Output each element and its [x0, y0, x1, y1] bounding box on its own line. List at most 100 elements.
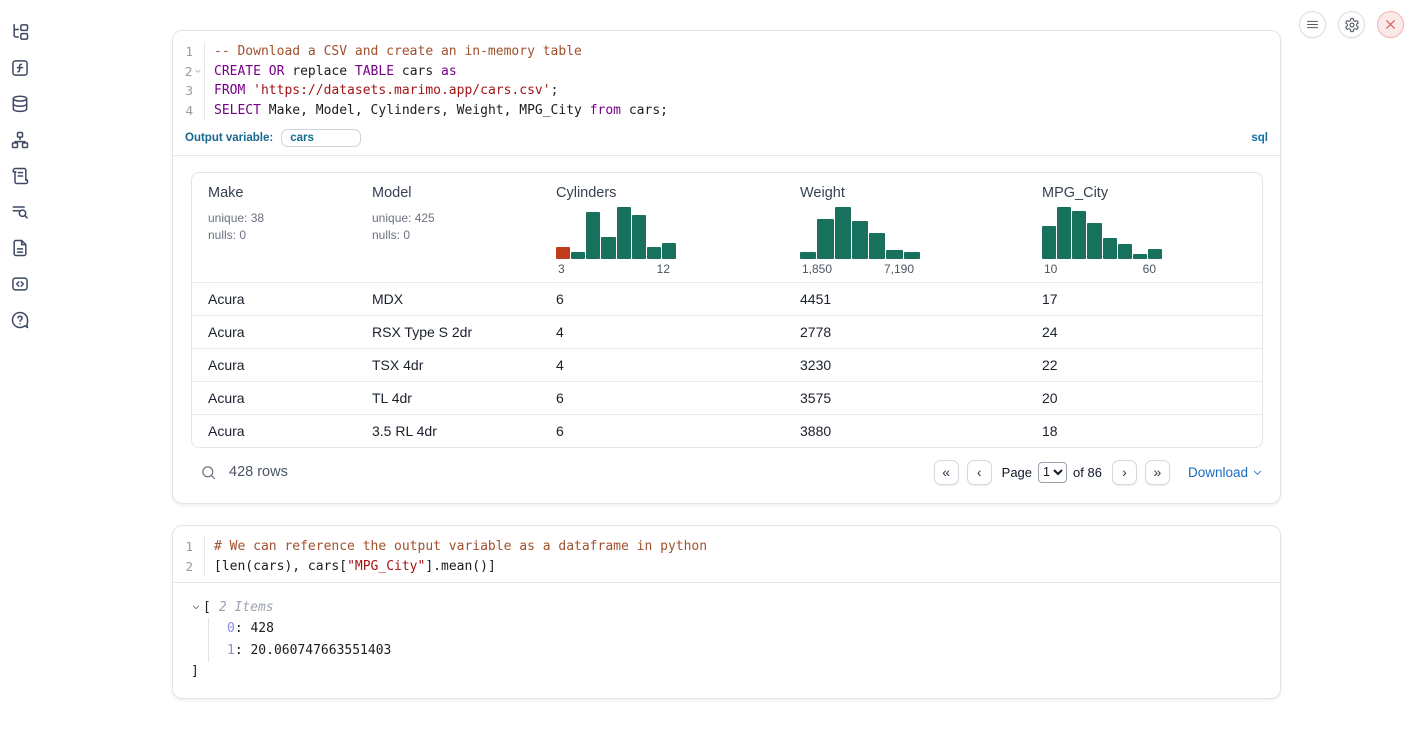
column-header-weight[interactable]: Weight 1,8507,190 — [792, 185, 1034, 276]
page-select[interactable]: 1 — [1038, 462, 1067, 483]
row-count: 428 rows — [229, 464, 288, 480]
notebook-cells: 1-- Download a CSV and create an in-memo… — [172, 30, 1281, 699]
datasources-icon[interactable] — [10, 94, 30, 114]
line-number: 2 — [173, 557, 193, 577]
sidebar — [10, 22, 34, 330]
table-cell: MDX — [364, 291, 548, 307]
line-number: 3 — [173, 81, 193, 101]
topbar-controls — [1299, 11, 1404, 38]
histogram-bar — [1072, 211, 1086, 259]
help-icon[interactable] — [10, 310, 30, 330]
tree-close-bracket: ] — [191, 662, 1280, 682]
snippets-icon[interactable] — [10, 274, 30, 294]
column-stats: unique: 38nulls: 0 — [208, 210, 364, 244]
table-cell: 3880 — [792, 423, 1034, 439]
table-cell: 20 — [1034, 390, 1262, 406]
histogram-min-label: 10 — [1044, 262, 1057, 276]
histogram-min-label: 1,850 — [802, 262, 832, 276]
output-variable-label: Output variable: — [185, 132, 273, 144]
histogram-max-label: 60 — [1143, 262, 1156, 276]
histogram-max-label: 12 — [657, 262, 670, 276]
prev-page-button[interactable]: ‹ — [967, 460, 992, 485]
table-header: Make unique: 38nulls: 0Modelunique: 425nu… — [192, 173, 1262, 282]
histogram-bar — [571, 252, 585, 259]
column-header-cylinders[interactable]: Cylinders 312 — [548, 185, 792, 276]
table-cell: RSX Type S 2dr — [364, 324, 548, 340]
chevron-down-icon — [1252, 467, 1263, 478]
column-histogram: 10 60 — [1042, 207, 1162, 276]
table-cell: Acura — [200, 291, 364, 307]
scratchpad-icon[interactable] — [10, 202, 30, 222]
column-title: Model — [372, 185, 548, 201]
histogram-bar — [817, 219, 833, 259]
histogram-bar — [904, 252, 920, 259]
sql-cell-meta: Output variable: sql — [173, 126, 1280, 155]
download-button[interactable]: Download — [1188, 465, 1263, 480]
first-page-button[interactable]: « — [934, 460, 959, 485]
column-title: MPG_City — [1042, 185, 1262, 201]
logs-icon[interactable] — [10, 166, 30, 186]
histogram-bar — [886, 250, 902, 259]
table-cell: 3230 — [792, 357, 1034, 373]
table-cell: 4451 — [792, 291, 1034, 307]
histogram-bar — [835, 207, 851, 259]
marimo-notebook-page: 1-- Download a CSV and create an in-memo… — [0, 0, 1408, 729]
histogram-bar — [1042, 226, 1056, 259]
dependency-graph-icon[interactable] — [10, 130, 30, 150]
table-cell: 4 — [548, 324, 792, 340]
search-icon[interactable] — [197, 461, 219, 483]
chevron-down-icon[interactable] — [191, 602, 203, 612]
python-code-editor[interactable]: 1# We can reference the output variable … — [173, 526, 1280, 582]
code-line: 2CREATE OR replace TABLE cars as — [173, 62, 1280, 82]
column-title: Cylinders — [556, 185, 792, 201]
table-row: Acura3.5 RL 4dr6388018 — [192, 414, 1262, 447]
pagination: « ‹ Page 1 of 86 › » Download — [934, 460, 1263, 485]
file-tree-icon[interactable] — [10, 22, 30, 42]
column-header-model[interactable]: Modelunique: 425nulls: 0 — [364, 185, 548, 276]
histogram-bar — [586, 212, 600, 259]
menu-icon[interactable] — [1299, 11, 1326, 38]
column-title: Weight — [800, 185, 1034, 201]
column-histogram: 1,8507,190 — [800, 207, 920, 276]
line-number: 2 — [173, 62, 192, 82]
code-line: 2[len(cars), cars["MPG_City"].mean()] — [173, 557, 1280, 577]
table-cell: TL 4dr — [364, 390, 548, 406]
column-header-mpg_city[interactable]: MPG_City 10 60 — [1034, 185, 1262, 276]
next-page-button[interactable]: › — [1112, 460, 1137, 485]
page-total: of 86 — [1073, 465, 1102, 480]
python-output: [ 2 Items 0: 4281: 20.060747663551403 ] — [173, 583, 1280, 698]
last-page-button[interactable]: » — [1145, 460, 1170, 485]
table-cell: 18 — [1034, 423, 1262, 439]
tree-root: [ 2 Items — [191, 596, 1280, 618]
output-variable-input[interactable] — [281, 129, 361, 147]
table-row: AcuraMDX6445117 — [192, 282, 1262, 315]
close-icon[interactable] — [1377, 11, 1404, 38]
code-line: 4SELECT Make, Model, Cylinders, Weight, … — [173, 101, 1280, 121]
histogram-bar — [1087, 223, 1101, 259]
histogram-bar — [617, 207, 631, 259]
table-body: AcuraMDX6445117AcuraRSX Type S 2dr427782… — [192, 282, 1262, 447]
table-footer: 428 rows « ‹ Page 1 of 86 › » Download — [191, 454, 1263, 492]
column-histogram: 312 — [556, 207, 676, 276]
sql-cell: 1-- Download a CSV and create an in-memo… — [172, 30, 1281, 504]
column-header-make[interactable]: Make unique: 38nulls: 0 — [200, 185, 364, 276]
histogram-bar — [800, 252, 816, 259]
sql-code-editor[interactable]: 1-- Download a CSV and create an in-memo… — [173, 31, 1280, 126]
code-line: 1-- Download a CSV and create an in-memo… — [173, 42, 1280, 62]
table-row: AcuraTSX 4dr4323022 — [192, 348, 1262, 381]
download-label: Download — [1188, 465, 1248, 480]
table-cell: 6 — [548, 390, 792, 406]
documentation-icon[interactable] — [10, 238, 30, 258]
tree-entries: 0: 4281: 20.060747663551403 — [208, 618, 1280, 662]
python-cell: 1# We can reference the output variable … — [172, 525, 1281, 699]
table-cell: Acura — [200, 423, 364, 439]
table-cell: 24 — [1034, 324, 1262, 340]
column-title: Make — [208, 185, 364, 201]
fold-icon[interactable] — [192, 67, 204, 75]
gear-icon[interactable] — [1338, 11, 1365, 38]
line-number: 1 — [173, 42, 193, 62]
table-cell: 6 — [548, 423, 792, 439]
table-cell: 3.5 RL 4dr — [364, 423, 548, 439]
variables-icon[interactable] — [10, 58, 30, 78]
language-badge: sql — [1251, 132, 1268, 144]
